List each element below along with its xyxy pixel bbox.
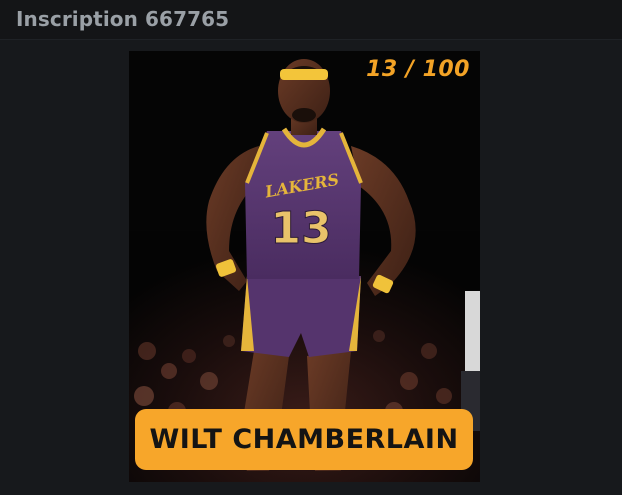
- headband: [280, 69, 328, 80]
- beard: [292, 108, 316, 122]
- player-nameplate: WILT CHAMBERLAIN: [135, 409, 473, 470]
- player-name: WILT CHAMBERLAIN: [149, 424, 459, 455]
- inscription-card[interactable]: LAKERS 13 13 / 100 WILT CHAMBERLAIN: [129, 51, 480, 482]
- page: Inscription 667765 LAKERS 13 13 / 100 WI…: [0, 0, 622, 495]
- inscription-title: Inscription 667765: [16, 7, 230, 31]
- jersey-number: 13: [270, 203, 331, 254]
- referee-figure: [465, 291, 480, 381]
- edition-counter: 13 / 100: [366, 57, 470, 82]
